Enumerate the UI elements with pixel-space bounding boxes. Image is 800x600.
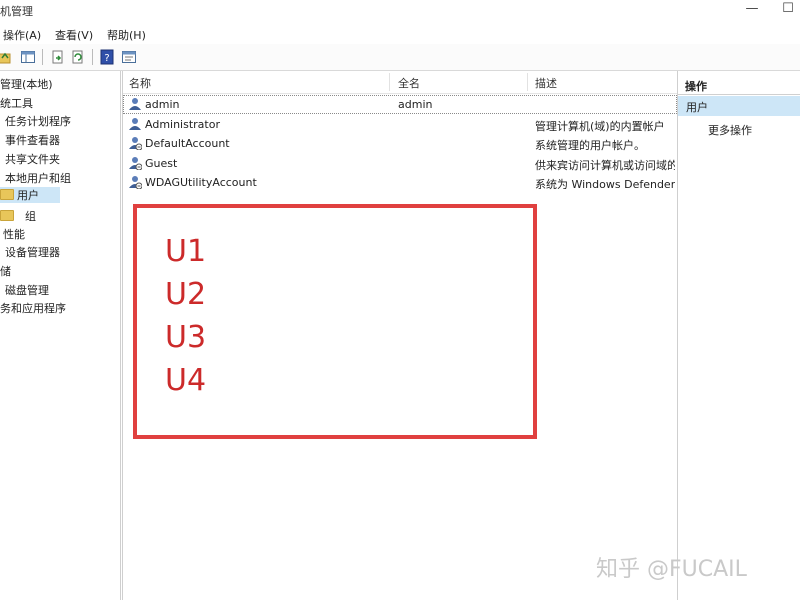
table-row[interactable]: admin admin bbox=[123, 95, 677, 114]
table-row[interactable]: Administrator 管理计算机(域)的内置帐户 bbox=[123, 115, 677, 134]
help-icon[interactable]: ? bbox=[99, 49, 115, 65]
table-row[interactable]: WDAGUtilityAccount 系统为 Windows Defender bbox=[123, 173, 677, 192]
watermark: 知乎 @FUCAIL bbox=[596, 557, 747, 582]
toolbar-separator bbox=[42, 49, 43, 65]
user-name: DefaultAccount bbox=[145, 137, 230, 150]
user-name: Administrator bbox=[145, 118, 220, 131]
tree-item-local-users-groups[interactable]: 本地用户和组 bbox=[5, 170, 71, 186]
annotation-box: U1 U2 U3 U4 bbox=[133, 204, 537, 439]
menu-bar: 操作(A) 查看(V) 帮助(H) bbox=[0, 24, 800, 44]
column-divider[interactable] bbox=[389, 73, 390, 91]
user-name: Guest bbox=[145, 157, 178, 170]
actions-header: 操作 bbox=[685, 80, 707, 93]
user-description: 供来宾访问计算机或访问域的 bbox=[535, 159, 675, 172]
properties-icon[interactable] bbox=[121, 49, 137, 65]
tree-item-performance[interactable]: 性能 bbox=[3, 226, 25, 242]
user-description: 管理计算机(域)的内置帐户 bbox=[535, 120, 665, 133]
column-divider[interactable] bbox=[527, 73, 528, 91]
navigation-tree: 管理(本地) 统工具 任务计划程序 事件查看器 共享文件夹 本地用户和组 用户 … bbox=[0, 71, 121, 600]
tree-item-shared-folders[interactable]: 共享文件夹 bbox=[5, 151, 60, 167]
user-name: admin bbox=[145, 98, 180, 111]
user-description: 系统为 Windows Defender bbox=[535, 178, 675, 191]
disabled-user-icon bbox=[129, 137, 142, 150]
toolbar: ? bbox=[0, 44, 800, 71]
column-header-name[interactable]: 名称 bbox=[129, 75, 151, 91]
tree-item-users-label: 用户 bbox=[17, 189, 39, 202]
show-tree-icon[interactable] bbox=[20, 49, 36, 65]
disabled-user-icon bbox=[129, 157, 142, 170]
toolbar-separator bbox=[92, 49, 93, 65]
tree-item-task-scheduler[interactable]: 任务计划程序 bbox=[5, 113, 71, 129]
user-icon bbox=[129, 98, 141, 110]
annotation-item: U3 bbox=[165, 320, 207, 355]
tree-item-storage[interactable]: 储 bbox=[0, 263, 11, 279]
actions-divider bbox=[678, 94, 800, 95]
menu-help[interactable]: 帮助(H) bbox=[107, 27, 146, 43]
user-description: 系统管理的用户帐户。 bbox=[535, 139, 645, 152]
annotation-item: U1 bbox=[165, 234, 207, 269]
annotation-item: U4 bbox=[165, 363, 207, 398]
title-bar: 机管理 — ☐ bbox=[0, 0, 800, 22]
tree-item-computer-management[interactable]: 管理(本地) bbox=[0, 76, 53, 92]
annotation-item: U2 bbox=[165, 277, 207, 312]
user-fullname: admin bbox=[398, 98, 433, 111]
tree-item-services-applications[interactable]: 务和应用程序 bbox=[0, 300, 66, 316]
tree-item-groups-label: 组 bbox=[25, 210, 36, 223]
more-actions-link[interactable]: 更多操作 bbox=[708, 122, 752, 138]
user-icon bbox=[129, 118, 141, 130]
user-name: WDAGUtilityAccount bbox=[145, 176, 257, 189]
actions-section-users[interactable]: 用户 bbox=[678, 96, 800, 116]
folder-icon bbox=[0, 189, 14, 200]
menu-action[interactable]: 操作(A) bbox=[3, 27, 41, 43]
column-header-description[interactable]: 描述 bbox=[535, 75, 557, 91]
minimize-button[interactable]: — bbox=[742, 1, 762, 16]
folder-icon bbox=[0, 210, 14, 221]
svg-text:?: ? bbox=[104, 53, 109, 64]
disabled-user-icon bbox=[129, 176, 142, 189]
window-title: 机管理 bbox=[0, 5, 33, 18]
header-divider bbox=[123, 93, 677, 94]
actions-pane: 操作 用户 更多操作 bbox=[678, 71, 800, 600]
tree-item-groups[interactable]: 组 bbox=[0, 208, 36, 224]
maximize-button[interactable]: ☐ bbox=[778, 1, 798, 16]
refresh-icon[interactable] bbox=[70, 49, 86, 65]
table-row[interactable]: DefaultAccount 系统管理的用户帐户。 bbox=[123, 134, 677, 153]
export-icon[interactable] bbox=[50, 49, 66, 65]
tree-item-disk-management[interactable]: 磁盘管理 bbox=[5, 282, 49, 298]
tree-item-users[interactable]: 用户 bbox=[0, 187, 60, 203]
up-folder-icon[interactable] bbox=[0, 49, 12, 65]
menu-view[interactable]: 查看(V) bbox=[55, 27, 93, 43]
tree-item-device-manager[interactable]: 设备管理器 bbox=[5, 244, 60, 260]
table-row[interactable]: Guest 供来宾访问计算机或访问域的 bbox=[123, 154, 677, 173]
column-header-fullname[interactable]: 全名 bbox=[398, 75, 420, 91]
tree-item-system-tools[interactable]: 统工具 bbox=[0, 95, 33, 111]
actions-section-label: 用户 bbox=[686, 101, 708, 114]
tree-item-event-viewer[interactable]: 事件查看器 bbox=[5, 132, 60, 148]
